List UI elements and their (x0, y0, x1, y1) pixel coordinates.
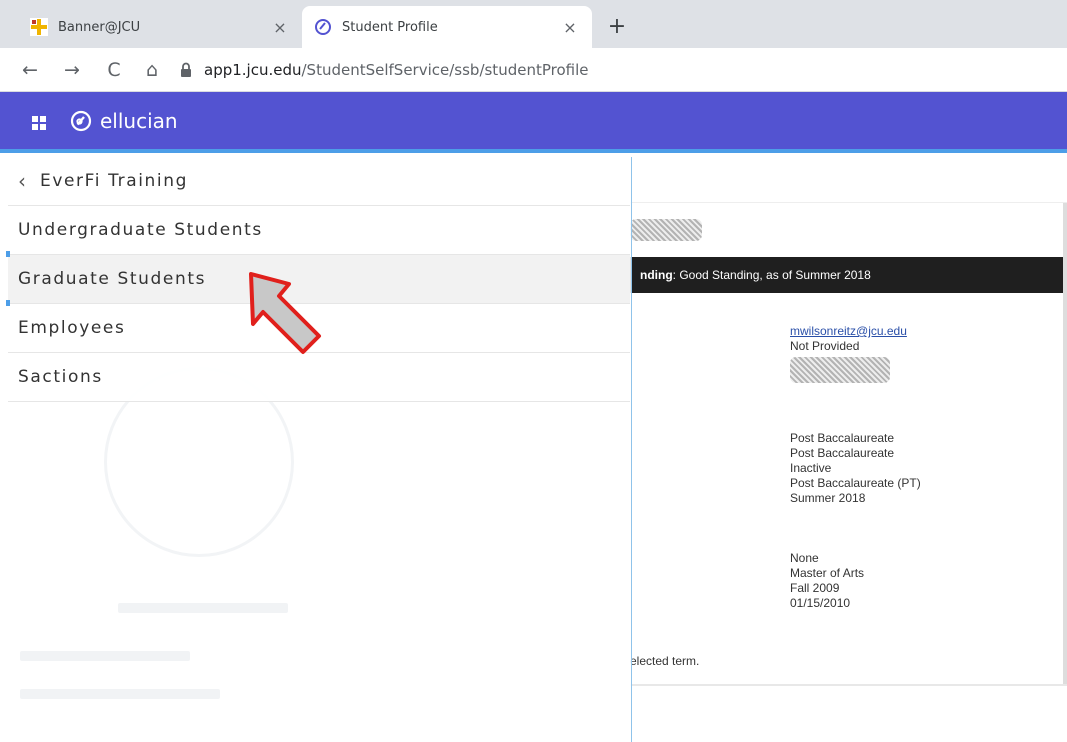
honors-value: None (790, 551, 819, 565)
annotation-arrow-icon (249, 272, 321, 354)
graduation-info: None Master of Arts Fall 2009 01/15/2010 (790, 551, 864, 611)
email-link[interactable]: mwilsonreitz@jcu.edu (790, 324, 907, 339)
grad-term-value: Fall 2009 (790, 581, 840, 595)
menu-item-label: Undergraduate Students (18, 220, 263, 240)
level-value: Post Baccalaureate (790, 431, 895, 445)
browser-tab-strip: Banner@JCU × Student Profile × + (0, 0, 1067, 48)
tab-student-profile[interactable]: Student Profile × (302, 6, 592, 48)
menu-focus-marker (6, 300, 10, 306)
brand[interactable]: ellucian (70, 109, 178, 133)
menu-item-label: Sactions (18, 367, 103, 387)
footer-note: elected term. (630, 654, 700, 668)
menu-focus-marker (6, 251, 10, 257)
first-term-value: Summer 2018 (790, 491, 866, 505)
back-arrow-icon[interactable]: ← (18, 58, 42, 82)
apps-grid-icon[interactable] (32, 116, 46, 130)
menu-item-undergraduate-students[interactable]: Undergraduate Students (8, 206, 630, 255)
tab-banner[interactable]: Banner@JCU × (18, 6, 302, 48)
menu-back-everfi-training[interactable]: ‹ EverFi Training (8, 157, 630, 206)
close-tab-icon[interactable]: × (560, 18, 580, 37)
brand-name: ellucian (100, 109, 178, 133)
tab-title: Student Profile (342, 19, 438, 35)
lock-icon (180, 62, 194, 78)
close-tab-icon[interactable]: × (270, 18, 290, 37)
standing-text: : Good Standing, as of Summer 2018 (672, 268, 871, 282)
panel-border (630, 684, 1067, 686)
class-value: Post Baccalaureate (790, 446, 895, 460)
reload-icon[interactable]: C (102, 58, 126, 82)
navigation-menu: ‹ EverFi Training Undergraduate Students… (6, 157, 632, 742)
degree-value: Master of Arts (790, 566, 865, 580)
chevron-left-icon: ‹ (18, 169, 26, 193)
new-tab-button[interactable]: + (604, 14, 630, 40)
url-path: /StudentSelfService/ssb/studentProfile (301, 61, 589, 79)
banner-cross-icon (30, 18, 48, 36)
menu-item-label: Graduate Students (18, 269, 207, 289)
status-value: Inactive (790, 461, 832, 475)
student-type-value: Post Baccalaureate (PT) (790, 476, 921, 490)
phone-value: Not Provided (790, 339, 860, 353)
grad-date-value: 01/15/2010 (790, 596, 851, 610)
panel-border (1063, 203, 1067, 685)
standing-prefix: nding (640, 268, 673, 282)
page: Banner@JCU × Student Profile × + ← → C ⌂ (0, 0, 1067, 742)
general-info: Post Baccalaureate Post Baccalaureate In… (790, 431, 921, 506)
contact-info: mwilsonreitz@jcu.edu Not Provided (790, 324, 907, 354)
ellucian-logo-icon (70, 110, 92, 132)
url-host: app1.jcu.edu (204, 61, 302, 79)
forward-arrow-icon[interactable]: → (60, 58, 84, 82)
ellucian-logo-icon (314, 18, 332, 36)
faded-text (20, 689, 220, 699)
redacted-name (630, 219, 702, 241)
menu-item-sactions[interactable]: Sactions (8, 353, 630, 402)
tab-title: Banner@JCU (58, 19, 141, 35)
browser-toolbar: ← → C ⌂ app1.jcu.edu/StudentSelfService/… (0, 48, 1067, 92)
home-icon[interactable]: ⌂ (140, 58, 164, 82)
faded-text (118, 603, 288, 613)
redacted-value (790, 357, 890, 383)
faded-text (20, 651, 190, 661)
menu-item-label: Employees (18, 318, 126, 338)
menu-back-label: EverFi Training (40, 171, 188, 191)
address-bar[interactable]: app1.jcu.edu/StudentSelfService/ssb/stud… (180, 56, 1060, 84)
app-header: ellucian (0, 92, 1067, 153)
academic-standing-bar: nding: Good Standing, as of Summer 2018 (630, 257, 1067, 293)
